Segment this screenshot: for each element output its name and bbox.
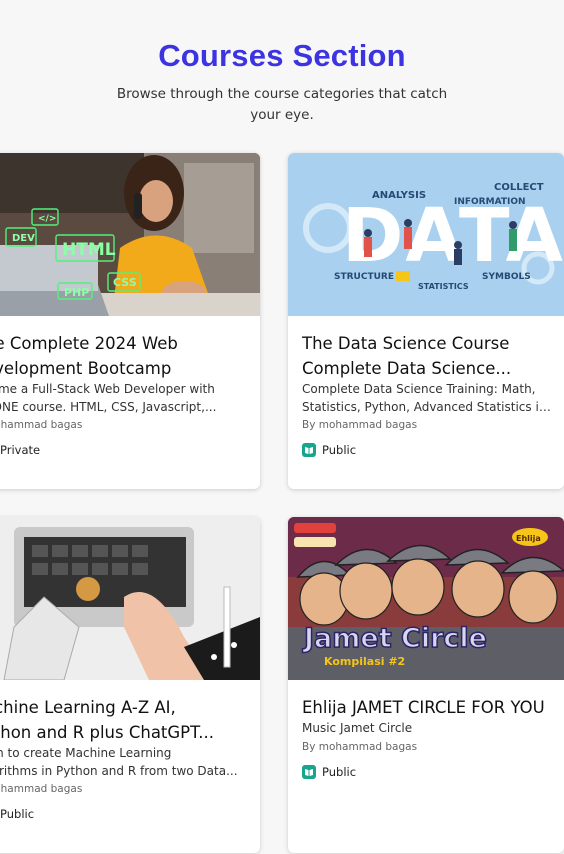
course-status-label: Public [322, 765, 357, 779]
thumb-label-code: </> [38, 214, 56, 224]
course-thumbnail-web-development: DEV HTML CSS PHP </> [0, 153, 260, 316]
book-icon [302, 765, 316, 779]
thumb-label-ehlija: Ehlija [516, 534, 541, 543]
thumb-label-analysis: ANALYSIS [372, 190, 426, 201]
course-thumbnail-data-science: DATA ANALYSIS COLLECT INFORMATION STRUCT… [288, 153, 564, 316]
course-description: arn to create Machine Learning gorithms … [0, 744, 246, 780]
book-icon [302, 443, 316, 457]
thumb-label-data: DATA [342, 193, 564, 279]
course-card-machine-learning[interactable]: achine Learning A-Z AI, ython and R plus… [0, 517, 260, 853]
course-card-jamet-circle[interactable]: Ehlija Jamet Circle Kompilasi #2 Ehlija … [288, 517, 564, 853]
course-status-label: Private [0, 443, 41, 457]
course-title: he Complete 2024 Web evelopment Bootcamp [0, 331, 260, 381]
course-author: mohammad bagas [0, 419, 83, 431]
thumb-label-dev: DEV [12, 233, 35, 244]
course-thumbnail-machine-learning [0, 517, 260, 680]
course-title-line2: evelopment Bootcamp [0, 359, 172, 378]
course-description: Music Jamet Circle [302, 719, 556, 737]
course-title-line1: achine Learning A-Z AI, [0, 698, 176, 717]
thumb-label-structure: STRUCTURE [334, 272, 394, 282]
course-title-line2: Complete Data Science... [302, 359, 512, 378]
thumb-label-information: INFORMATION [454, 197, 526, 207]
course-status: Public [302, 443, 356, 457]
course-status: Public [302, 765, 356, 779]
course-title-line2: ython and R plus ChatGPT... [0, 723, 214, 742]
thumb-label-html: HTML [62, 240, 116, 260]
thumb-label-php: PHP [64, 286, 89, 299]
course-description: come a Full-Stack Web Developer with t O… [0, 380, 246, 416]
course-card-data-science[interactable]: DATA ANALYSIS COLLECT INFORMATION STRUCT… [288, 153, 564, 489]
thumb-label-collect: COLLECT [494, 182, 544, 193]
course-status: Public [0, 807, 34, 821]
course-description-line1: come a Full-Stack Web Developer with [0, 382, 215, 396]
course-title: Ehlija JAMET CIRCLE FOR YOU [302, 695, 558, 720]
course-card-web-development[interactable]: DEV HTML CSS PHP </> he Complete 2024 We… [0, 153, 260, 489]
thumb-label-jamet-circle: Jamet Circle [302, 623, 487, 654]
course-thumbnail-jamet-circle: Ehlija Jamet Circle Kompilasi #2 [288, 517, 564, 680]
course-status-label: Public [0, 807, 35, 821]
course-author: By mohammad bagas [302, 741, 418, 753]
course-description-line1: Complete Data Science Training: Math, [302, 382, 536, 396]
thumb-label-symbols: SYMBOLS [482, 272, 531, 282]
page-subtitle: Browse through the course categories tha… [116, 86, 448, 123]
course-title: The Data Science Course Complete Data Sc… [302, 331, 554, 381]
course-author: mohammad bagas [0, 783, 83, 795]
course-status: Private [0, 443, 40, 457]
course-author: By mohammad bagas [302, 419, 418, 431]
course-title: achine Learning A-Z AI, ython and R plus… [0, 695, 260, 745]
course-description: Complete Data Science Training: Math, St… [302, 380, 556, 416]
course-title-line1: Ehlija JAMET CIRCLE FOR YOU [302, 698, 545, 717]
page-title: Courses Section [158, 38, 406, 73]
thumb-label-kompilasi: Kompilasi #2 [324, 655, 405, 668]
course-description-line1: arn to create Machine Learning [0, 746, 172, 760]
thumb-label-css: CSS [113, 276, 137, 289]
course-description-line2: gorithms in Python and R from two Data..… [0, 764, 238, 778]
thumb-label-statistics: STATISTICS [418, 282, 469, 291]
course-status-label: Public [322, 443, 357, 457]
course-title-line1: The Data Science Course [302, 334, 510, 353]
course-title-line1: he Complete 2024 Web [0, 334, 178, 353]
course-description-line2: t ONE course. HTML, CSS, Javascript,... [0, 400, 217, 414]
course-description-line2: Statistics, Python, Advanced Statistics … [302, 400, 556, 414]
course-description-line1: Music Jamet Circle [302, 721, 413, 735]
